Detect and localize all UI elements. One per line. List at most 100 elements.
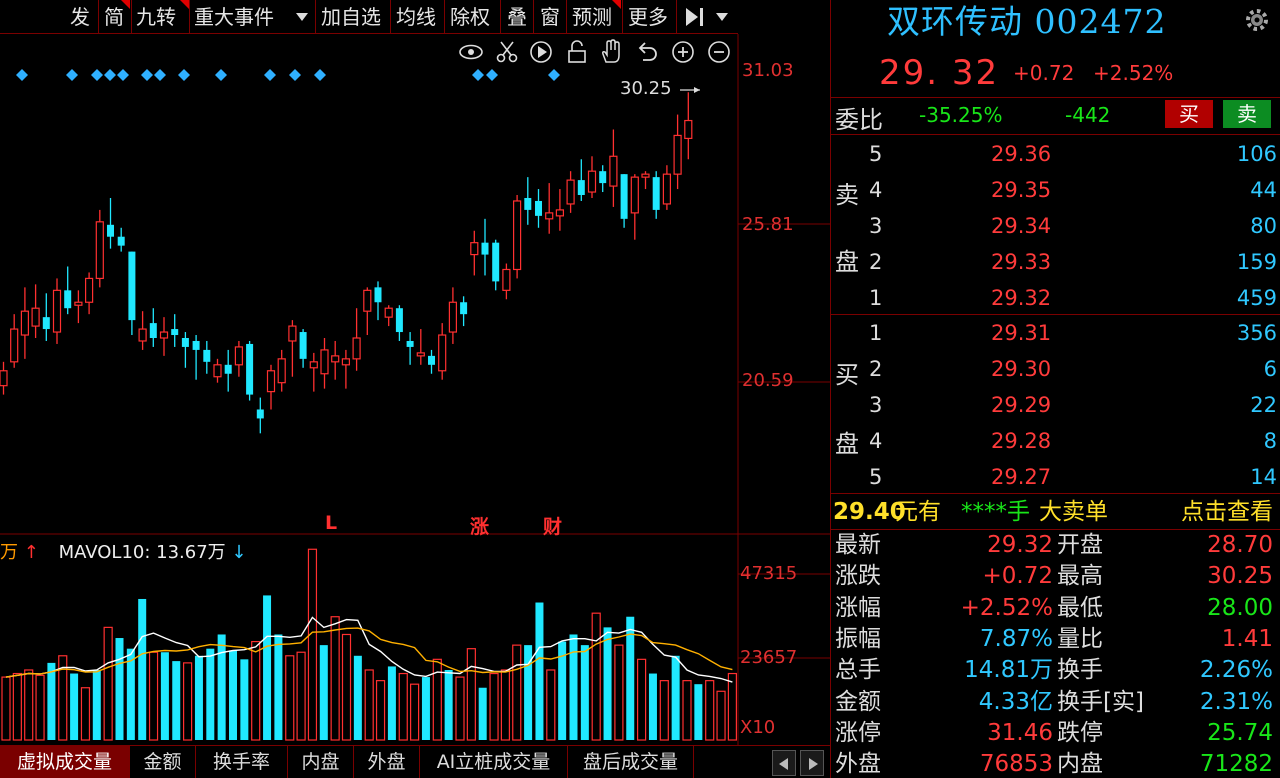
volume-bar (466, 648, 476, 741)
tab-inner[interactable]: 内盘 (288, 746, 354, 778)
event-marker[interactable]: L (325, 512, 337, 534)
event-diamond[interactable] (16, 69, 28, 81)
tab-outer[interactable]: 外盘 (354, 746, 420, 778)
price-tick: 20.59 (742, 370, 794, 391)
bid-price: 29.29 (991, 393, 1052, 417)
event-diamond[interactable] (289, 69, 301, 81)
volume-bar (148, 651, 159, 741)
stat-label: 最高 (1057, 563, 1103, 590)
ask-row[interactable]: 5 29.36 106 (831, 136, 1280, 172)
toolbar-forecast[interactable]: 预测 (572, 2, 612, 32)
bid-row[interactable]: 4 29.28 8 (831, 423, 1280, 459)
event-diamond[interactable] (104, 69, 116, 81)
bid-price: 29.30 (991, 357, 1052, 381)
toolbar-window[interactable]: 窗 (540, 2, 560, 32)
tab-amount[interactable]: 金额 (130, 746, 196, 778)
volume-bar (103, 626, 113, 741)
event-marker[interactable]: 财 (543, 512, 562, 539)
event-diamond[interactable] (154, 69, 166, 81)
tab-after-hours[interactable]: 盘后成交量 (568, 746, 694, 778)
volume-tick: 23657 (740, 647, 798, 668)
ask-row[interactable]: 1 29.32 459 (831, 280, 1280, 316)
toolbar-major-events[interactable]: 重大事件 (194, 2, 274, 32)
candle (641, 171, 650, 190)
event-diamond[interactable] (215, 69, 227, 81)
stat-label: 换手[实] (1057, 688, 1144, 715)
candle (171, 314, 179, 347)
collapse-panel-icon[interactable] (684, 6, 708, 36)
volume-bar (341, 633, 352, 741)
chevron-down-icon[interactable] (296, 13, 308, 21)
ask-row[interactable]: 3 29.34 80 (831, 208, 1280, 244)
candle (395, 305, 403, 341)
volume-bar (636, 658, 647, 741)
bid-row[interactable]: 5 29.27 14 (831, 459, 1280, 495)
candle (320, 337, 329, 389)
candle (277, 349, 286, 392)
ask-row[interactable]: 2 29.33 159 (831, 244, 1280, 280)
chevron-down-icon[interactable] (716, 13, 728, 21)
ask-qty: 106 (1236, 142, 1277, 166)
volume-bar (398, 672, 408, 741)
stat-value: 30.25 (1207, 563, 1273, 590)
price-tick: 25.81 (742, 214, 794, 235)
weibi-diff: -442 (1065, 103, 1111, 127)
sell-button[interactable]: 卖 (1223, 100, 1271, 128)
stat-value: 76853 (979, 751, 1053, 778)
tab-virtual-volume[interactable]: 虚拟成交量 (0, 746, 130, 778)
event-diamond[interactable] (314, 69, 326, 81)
bid-row[interactable]: 2 29.30 6 (831, 351, 1280, 387)
ask-row[interactable]: 4 29.35 44 (831, 172, 1280, 208)
candle (309, 352, 318, 392)
bid-row[interactable]: 3 29.29 22 (831, 387, 1280, 423)
volume-bar (183, 662, 193, 741)
toolbar-ma[interactable]: 均线 (396, 2, 436, 32)
toolbar-add-watchlist[interactable]: 加自选 (321, 2, 381, 32)
divider (189, 0, 190, 34)
stat-value: 31.46 (987, 719, 1053, 746)
candle (20, 287, 29, 359)
big-order-link[interactable]: 点击查看 (1181, 496, 1273, 528)
ask-qty: 44 (1250, 178, 1277, 202)
toolbar-overlay[interactable]: 叠 (507, 2, 527, 32)
quote-panel: 双环传动 002472 29. 32 +0.72 +2.52% 委比 -35.2… (830, 0, 1280, 778)
event-diamond[interactable] (117, 69, 129, 81)
toolbar-more[interactable]: 更多 (628, 2, 668, 32)
event-marker[interactable]: 涨 (470, 512, 489, 539)
kline-chart[interactable] (0, 34, 830, 745)
stat-value: +2.52% (960, 594, 1053, 621)
gear-icon[interactable] (1243, 6, 1271, 34)
toolbar-exrights[interactable]: 除权 (450, 2, 490, 32)
bid-qty: 6 (1263, 357, 1277, 381)
toolbar-jiuzhuan[interactable]: 九转 (136, 2, 176, 32)
event-diamond[interactable] (472, 69, 484, 81)
ask-price: 29.33 (991, 250, 1052, 274)
weibi-pct: -35.25% (919, 103, 1003, 127)
candle (352, 308, 361, 371)
candle (684, 92, 693, 160)
divider (676, 0, 677, 34)
tab-ai-volume[interactable]: AI立桩成交量 (420, 746, 568, 778)
event-diamond[interactable] (178, 69, 190, 81)
volume-bar (682, 680, 692, 741)
event-diamond[interactable] (91, 69, 103, 81)
toolbar-fa[interactable]: 发 (70, 2, 90, 32)
volume-bar (648, 673, 657, 740)
big-order-alert[interactable]: 29.40 元有 ****手 大卖单 点击查看 (831, 496, 1280, 528)
bid-row[interactable]: 1 29.31 356 (831, 315, 1280, 351)
scroll-right-button[interactable] (800, 750, 824, 776)
candle (224, 349, 232, 392)
event-diamond[interactable] (141, 69, 153, 81)
buy-button[interactable]: 买 (1165, 100, 1213, 128)
event-diamond[interactable] (264, 69, 276, 81)
candle (545, 183, 554, 234)
event-diamond[interactable] (486, 69, 498, 81)
scroll-left-button[interactable] (772, 750, 796, 776)
event-diamond[interactable] (548, 69, 560, 81)
event-diamond[interactable] (66, 69, 78, 81)
high-price-marker (680, 87, 700, 93)
candle (107, 197, 114, 249)
tab-turnover[interactable]: 换手率 (196, 746, 288, 778)
event-diamonds[interactable] (16, 69, 560, 81)
stat-label: 涨停 (835, 719, 881, 746)
